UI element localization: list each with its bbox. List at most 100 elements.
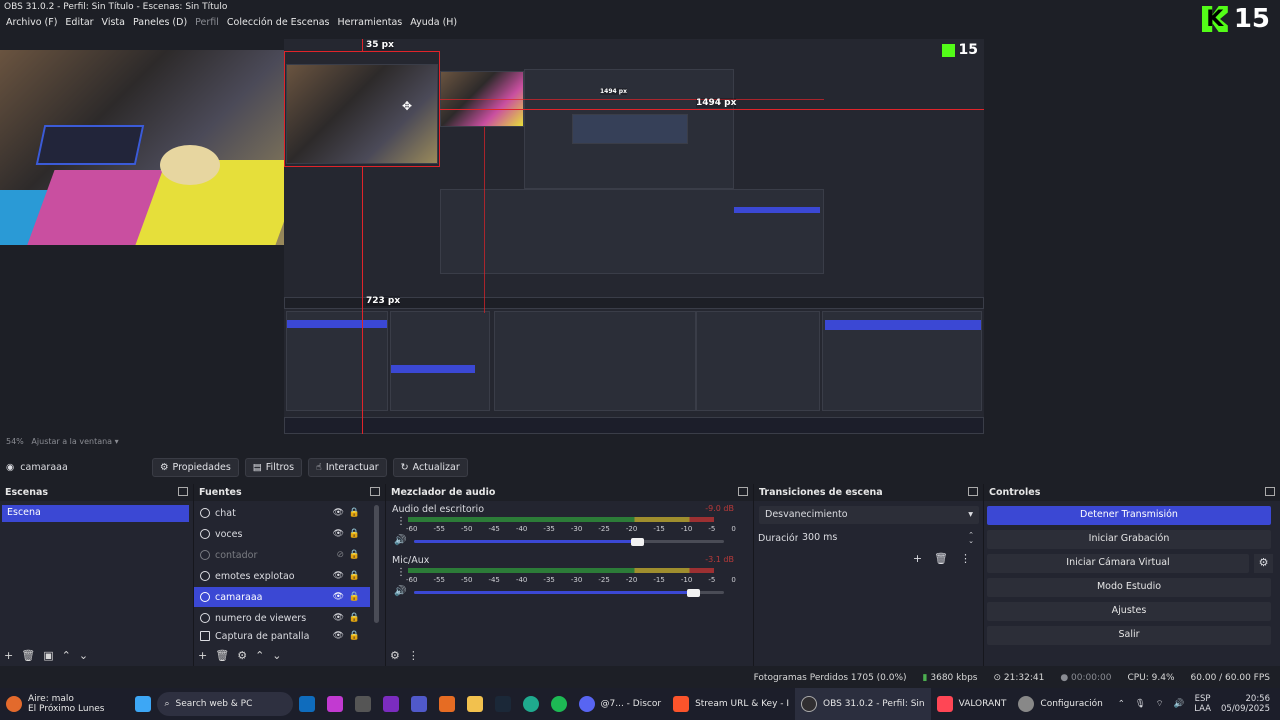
valorant-app[interactable]: VALORANT	[931, 688, 1013, 720]
undock-icon[interactable]	[1265, 487, 1275, 496]
menu-editar[interactable]: Editar	[61, 15, 97, 33]
move-up-icon[interactable]: ⌃	[255, 649, 264, 662]
duration-input[interactable]: 300 ms ⌃ ⌄	[798, 529, 978, 547]
eye-hidden-icon[interactable]: ⊘	[336, 550, 344, 560]
explorer-app[interactable]	[461, 688, 489, 720]
settings-app[interactable]: Configuración	[1012, 688, 1108, 720]
undock-icon[interactable]	[370, 487, 380, 496]
edge-app[interactable]	[517, 688, 545, 720]
spotify-app[interactable]	[545, 688, 573, 720]
lock-icon[interactable]: 🔒	[349, 550, 360, 560]
lock-icon[interactable]: 🔒	[349, 571, 360, 581]
eye-icon[interactable]: 👁	[333, 529, 344, 539]
remove-source-icon[interactable]: 🗑	[215, 649, 229, 662]
eye-icon[interactable]: 👁	[333, 508, 344, 518]
mixer-menu-icon[interactable]: ⋮	[408, 649, 419, 662]
start-button[interactable]	[129, 688, 157, 720]
lock-icon[interactable]: 🔒	[349, 613, 360, 623]
undock-icon[interactable]	[968, 487, 978, 496]
chevron-up-icon[interactable]: ⌃	[1118, 699, 1125, 709]
studio-mode-button[interactable]: Modo Estudio	[987, 578, 1271, 597]
menu-paneles[interactable]: Paneles (D)	[129, 15, 191, 33]
volume-knob[interactable]	[687, 589, 700, 597]
source-camaraaa[interactable]: camaraaa 👁 🔒	[194, 587, 370, 607]
exit-button[interactable]: Salir	[987, 626, 1271, 645]
settings-button[interactable]: Ajustes	[987, 602, 1271, 621]
eye-icon[interactable]: 👁	[333, 571, 344, 581]
mic-icon[interactable]: 🎙	[1135, 699, 1146, 709]
steam-app[interactable]	[489, 688, 517, 720]
lock-icon[interactable]: 🔒	[349, 592, 360, 602]
transition-select[interactable]: Desvanecimiento ▾	[759, 506, 979, 524]
menu-coleccion-escenas[interactable]: Colección de Escenas	[223, 15, 334, 33]
menu-vista[interactable]: Vista	[98, 15, 129, 33]
speaker-icon[interactable]: 🔊	[394, 535, 406, 546]
menu-herramientas[interactable]: Herramientas	[334, 15, 407, 33]
vs-app[interactable]	[377, 688, 405, 720]
lock-icon[interactable]: 🔒	[349, 529, 360, 539]
remove-transition-icon[interactable]: 🗑	[934, 552, 948, 565]
discord-app[interactable]: @7... - Discor	[573, 688, 668, 720]
source-numero-viewers[interactable]: numero de viewers 👁 🔒	[194, 608, 370, 628]
move-down-icon[interactable]: ⌄	[272, 649, 281, 662]
brave-app[interactable]: Stream URL & Key - I	[667, 688, 795, 720]
obs-app[interactable]: OBS 31.0.2 - Perfil: Sin	[795, 688, 931, 720]
language-indicator[interactable]: ESP LAA	[1194, 694, 1211, 714]
refresh-button[interactable]: ↻ Actualizar	[392, 457, 468, 477]
eye-icon[interactable]: 👁	[333, 613, 344, 623]
transition-menu-icon[interactable]: ⋮	[960, 552, 971, 565]
move-up-icon[interactable]: ⌃	[62, 649, 71, 662]
menu-ayuda[interactable]: Ayuda (H)	[406, 15, 461, 33]
scene-item[interactable]: Escena	[2, 505, 189, 522]
stop-stream-button[interactable]: Detener Transmisión	[987, 506, 1271, 525]
clock[interactable]: 20:56 05/09/2025	[1221, 694, 1270, 714]
eye-icon[interactable]: 👁	[333, 592, 344, 602]
channel-menu-icon[interactable]: ⋮	[396, 567, 406, 578]
zoom-dropdown-icon[interactable]: ▾	[115, 437, 119, 446]
lock-icon[interactable]: 🔒	[349, 508, 360, 518]
eye-icon[interactable]: 👁	[333, 631, 344, 641]
virtual-camera-gear-icon[interactable]: ⚙	[1254, 554, 1273, 573]
mixer-settings-icon[interactable]: ⚙	[390, 649, 400, 662]
preview-canvas[interactable]: 15 35 px 1494 px 1494 px 723 px ✥	[0, 34, 1280, 436]
add-source-icon[interactable]: +	[198, 649, 207, 662]
channel-menu-icon[interactable]: ⋮	[396, 516, 406, 527]
move-down-icon[interactable]: ⌄	[79, 649, 88, 662]
start-recording-button[interactable]: Iniciar Grabación	[987, 530, 1271, 549]
nested-screen-capture[interactable]: 15 35 px 1494 px 1494 px 723 px ✥	[284, 39, 984, 434]
undock-icon[interactable]	[178, 487, 188, 496]
source-voces[interactable]: voces 👁 🔒	[194, 524, 370, 544]
interact-button[interactable]: ☝ Interactuar	[308, 457, 387, 477]
volume-knob[interactable]	[631, 538, 644, 546]
store-app[interactable]	[349, 688, 377, 720]
wifi-icon[interactable]: ⌔	[1156, 699, 1164, 709]
start-virtual-camera-button[interactable]: Iniciar Cámara Virtual	[987, 554, 1249, 573]
source-settings-icon[interactable]: ⚙	[237, 649, 247, 662]
add-transition-icon[interactable]: +	[913, 552, 922, 565]
filters-button[interactable]: ▤ Filtros	[244, 457, 303, 477]
speaker-icon[interactable]: 🔊	[394, 586, 406, 597]
zoom-mode[interactable]: Ajustar a la ventana	[31, 437, 112, 446]
properties-button[interactable]: ⚙ Propiedades	[152, 457, 239, 477]
source-contador[interactable]: contador ⊘ 🔒	[194, 545, 370, 565]
outlook-app[interactable]	[293, 688, 321, 720]
source-emotes-explotao[interactable]: emotes explotao 👁 🔒	[194, 566, 370, 586]
taskbar-search[interactable]: ⌕ Search web & PC	[156, 692, 293, 716]
source-captura-pantalla[interactable]: Captura de pantalla 👁 🔒	[194, 629, 370, 643]
undock-icon[interactable]	[738, 487, 748, 496]
volume-icon[interactable]: 🔊	[1174, 699, 1185, 709]
lock-icon[interactable]: 🔒	[349, 631, 360, 641]
office-app[interactable]	[433, 688, 461, 720]
source-chat[interactable]: chat 👁 🔒	[194, 503, 370, 523]
scene-filters-icon[interactable]: ▣	[43, 649, 53, 662]
copilot-app[interactable]	[321, 688, 349, 720]
add-scene-icon[interactable]: +	[4, 649, 13, 662]
spinner-icon[interactable]: ⌃ ⌄	[968, 532, 974, 545]
sources-scrollbar[interactable]	[374, 505, 379, 623]
menu-archivo[interactable]: Archivo (F)	[2, 15, 61, 33]
camera-feed[interactable]	[0, 50, 284, 245]
remove-scene-icon[interactable]: 🗑	[21, 649, 35, 662]
teams-app[interactable]	[405, 688, 433, 720]
menu-perfil[interactable]: Perfil	[191, 15, 223, 33]
weather-widget[interactable]: Aire: malo El Próximo Lunes	[0, 688, 111, 720]
